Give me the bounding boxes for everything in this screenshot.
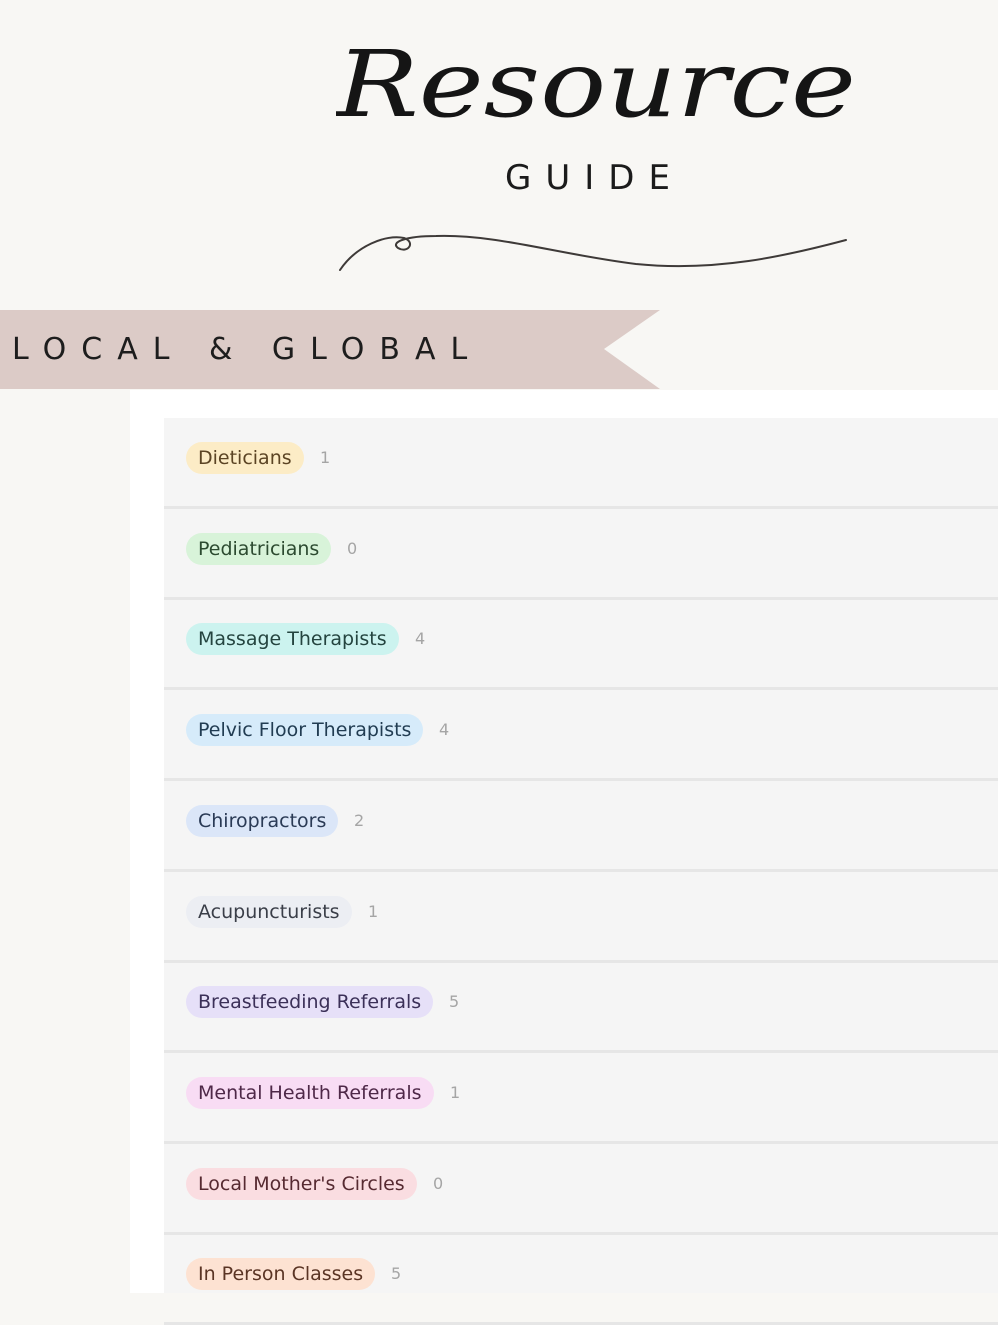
group-count: 5 (449, 992, 460, 1011)
group-count: 4 (439, 720, 450, 739)
group-tag[interactable]: Pediatricians (186, 533, 332, 565)
group-count: 4 (415, 629, 426, 648)
group-count: 0 (347, 539, 358, 558)
group-count: 2 (354, 811, 365, 830)
group-row[interactable]: Dieticians 1 (164, 418, 998, 509)
group-tag[interactable]: Dieticians (186, 442, 304, 474)
group-row[interactable]: Mental Health Referrals 1 (164, 1053, 998, 1144)
group-row[interactable]: Chiropractors 2 (164, 781, 998, 872)
flourish-divider (339, 234, 847, 271)
group-row[interactable]: Acupuncturists 1 (164, 872, 998, 963)
guide-subtitle: GUIDE (505, 158, 684, 198)
group-count: 1 (368, 902, 379, 921)
group-row[interactable]: Local Mother's Circles 0 (164, 1144, 998, 1235)
group-row[interactable]: Massage Therapists 4 (164, 599, 998, 690)
group-count: 5 (391, 1264, 402, 1283)
resource-group-list: Dieticians 1 Pediatricians 0 Massage Therapi… (164, 418, 998, 1325)
group-tag[interactable]: In Person Classes (186, 1258, 376, 1290)
group-row[interactable]: Pelvic Floor Therapists 4 (164, 690, 998, 781)
group-tag[interactable]: Local Mother's Circles (186, 1168, 417, 1200)
group-row[interactable]: Breastfeeding Referrals 5 (164, 962, 998, 1053)
group-tag[interactable]: Mental Health Referrals (186, 1077, 434, 1109)
group-row[interactable]: In Person Classes 5 (164, 1234, 998, 1325)
group-tag[interactable]: Massage Therapists (186, 623, 399, 655)
group-tag[interactable]: Acupuncturists (186, 896, 352, 928)
group-row[interactable]: Pediatricians 0 (164, 509, 998, 600)
group-tag[interactable]: Breastfeeding Referrals (186, 986, 434, 1018)
header: Resource GUIDE (0, 0, 998, 310)
group-count: 1 (450, 1083, 461, 1102)
resource-script-text: Resource (336, 31, 856, 138)
resource-script-title: Resource (336, 31, 856, 138)
group-tag[interactable]: Chiropractors (186, 805, 339, 837)
group-count: 1 (320, 448, 331, 467)
group-tag[interactable]: Pelvic Floor Therapists (186, 714, 424, 746)
section-banner-label: LOCAL & GLOBAL (12, 332, 483, 367)
group-count: 0 (433, 1174, 444, 1193)
